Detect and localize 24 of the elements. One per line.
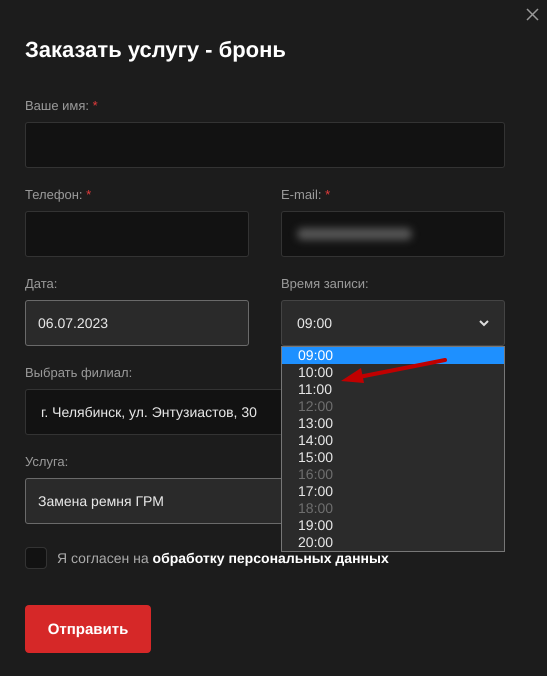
field-label: Телефон: * [25,187,92,203]
consent-text: Я согласен на обработку персональных данных [57,550,389,566]
dropdown-option[interactable]: 15:00 [282,449,504,466]
field-label: E-mail: * [281,187,330,203]
select-field[interactable]: 09:00 [281,300,505,346]
chevron-down-icon [479,320,489,326]
input-field[interactable]: 06.07.2023 [25,300,249,346]
dropdown-option[interactable]: 13:00 [282,415,504,432]
dropdown-option[interactable]: 10:00 [282,364,504,381]
consent-checkbox[interactable] [25,547,47,569]
field-label: Услуга: [25,454,68,470]
input-field[interactable] [25,211,249,257]
field-label: Ваше имя: * [25,98,98,114]
dropdown-option[interactable]: 20:00 [282,534,504,551]
input-field[interactable] [25,122,505,168]
input-field[interactable] [281,211,505,257]
submit-button[interactable]: Отправить [25,605,151,653]
close-icon[interactable] [526,8,539,21]
field-label: Выбрать филиал: [25,365,132,381]
field-label: Время записи: [281,276,369,292]
dropdown-option[interactable]: 17:00 [282,483,504,500]
dialog-title: Заказать услугу - бронь [25,37,287,62]
dropdown-option[interactable]: 14:00 [282,432,504,449]
field-label: Дата: [25,276,58,292]
